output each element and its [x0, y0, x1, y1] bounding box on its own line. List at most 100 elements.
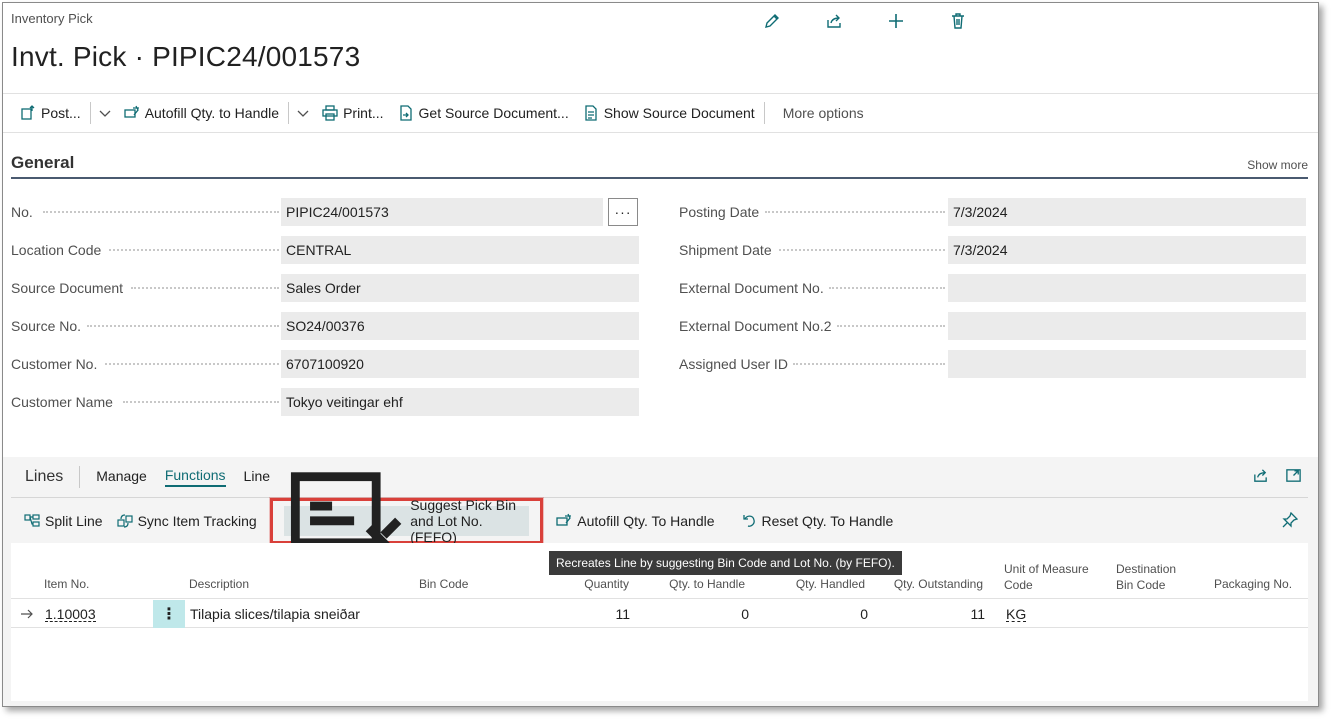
delete-icon[interactable] [949, 9, 1011, 33]
autofill-dropdown-chevron-icon[interactable] [291, 107, 315, 119]
source-no-field[interactable]: SO24/00376 [281, 312, 639, 340]
autofill-icon [124, 105, 139, 118]
post-button[interactable]: Post... [13, 98, 88, 128]
show-source-document-button[interactable]: Show Source Document [576, 98, 762, 128]
item-no-link[interactable]: 1.10003 [45, 607, 96, 622]
qty-handled-cell[interactable]: 0 [761, 600, 868, 628]
field-source-document: Source Document Sales Order [11, 274, 641, 302]
general-title[interactable]: General [11, 153, 74, 173]
field-external-document-no: External Document No. [679, 274, 1309, 302]
column-header-qty-handled[interactable]: Qty. Handled [761, 576, 865, 592]
field-label: Posting Date [679, 204, 760, 220]
document-icon [585, 105, 597, 121]
field-posting-date: Posting Date 7/3/2024 [679, 198, 1309, 226]
no-field[interactable]: PIPIC24/001573 [281, 198, 603, 226]
leader-dots [87, 325, 279, 327]
bin-code-cell[interactable] [419, 600, 529, 628]
suggest-pick-bin-button[interactable]: Suggest Pick Bin and Lot No. (FEFO) [283, 472, 530, 561]
more-options-button[interactable]: More options [767, 98, 871, 128]
qty-outstanding-cell[interactable]: 11 [875, 600, 985, 628]
location-code-field[interactable]: CENTRAL [281, 236, 639, 264]
leader-dots [105, 363, 279, 365]
column-header-item-no[interactable]: Item No. [44, 576, 89, 592]
split-line-button[interactable]: Split Line [17, 506, 110, 536]
field-customer-name: Customer Name Tokyo veitingar ehf [11, 388, 641, 416]
reset-qty-to-handle-button[interactable]: Reset Qty. To Handle [734, 506, 901, 536]
column-header-description[interactable]: Description [189, 576, 249, 592]
expand-icon[interactable] [1285, 467, 1302, 487]
field-location-code: Location Code CENTRAL [11, 236, 641, 264]
add-icon[interactable] [887, 9, 949, 33]
sync-item-tracking-button[interactable]: Sync Item Tracking [110, 506, 264, 536]
get-source-document-button[interactable]: Get Source Document... [391, 98, 576, 128]
table-row[interactable]: 1.10003 ⋮ Tilapia slices/tilapia sneiðar… [11, 600, 1308, 628]
page-title: Invt. Pick · PIPIC24/001573 [11, 41, 361, 72]
current-row-arrow-icon [20, 600, 34, 628]
assigned-user-id-field[interactable] [948, 350, 1306, 378]
lookup-button[interactable]: ··· [608, 198, 638, 226]
external-document-no-2-field[interactable] [948, 312, 1306, 340]
item-no-cell[interactable]: 1.10003 [45, 600, 96, 628]
shipment-date-field[interactable]: 7/3/2024 [948, 236, 1306, 264]
column-header-packaging-no[interactable]: Packaging No. [1214, 576, 1292, 592]
sync-icon [116, 513, 133, 528]
field-customer-no: Customer No. 6707100920 [11, 350, 641, 378]
destination-bin-code-cell[interactable] [1116, 600, 1206, 628]
print-label: Print... [343, 105, 384, 121]
field-label: External Document No. [679, 280, 824, 296]
column-header-qty-outstanding[interactable]: Qty. Outstanding [875, 576, 983, 592]
leader-dots [779, 249, 945, 251]
customer-no-field[interactable]: 6707100920 [281, 350, 639, 378]
posting-date-field[interactable]: 7/3/2024 [948, 198, 1306, 226]
tab-functions[interactable]: Functions [164, 467, 226, 487]
unit-of-measure-link[interactable]: KG [1006, 607, 1027, 622]
edit-icon[interactable] [763, 9, 825, 33]
quantity-cell[interactable]: 11 [551, 600, 630, 628]
field-label: External Document No.2 [679, 318, 832, 334]
reset-qty-to-handle-label: Reset Qty. To Handle [761, 512, 894, 529]
row-actions-kebab-icon[interactable]: ⋮ [153, 600, 185, 628]
leader-dots [109, 249, 279, 251]
share-icon[interactable] [1252, 467, 1269, 487]
suggest-pick-highlight-frame: Suggest Pick Bin and Lot No. (FEFO) [269, 472, 544, 561]
tab-manage[interactable]: Manage [96, 468, 147, 486]
suggest-pick-bin-label: Suggest Pick Bin and Lot No. (FEFO) [410, 496, 517, 545]
print-button[interactable]: Print... [315, 98, 390, 128]
lines-title: Lines [25, 466, 81, 488]
packaging-no-cell[interactable] [1214, 600, 1304, 628]
post-dropdown-chevron-icon[interactable] [93, 107, 117, 119]
split-line-icon [24, 513, 40, 527]
qty-to-handle-cell[interactable]: 0 [641, 600, 749, 628]
field-shipment-date: Shipment Date 7/3/2024 [679, 236, 1309, 264]
leader-dots [43, 211, 279, 213]
share-icon[interactable] [825, 9, 887, 33]
field-external-document-no-2: External Document No.2 [679, 312, 1309, 340]
column-header-qty-to-handle[interactable]: Qty. to Handle [641, 576, 745, 592]
source-document-field[interactable]: Sales Order [281, 274, 639, 302]
pin-icon[interactable] [1282, 511, 1299, 531]
post-label: Post... [41, 105, 81, 121]
column-header-line-1: Unit of Measure [1004, 562, 1089, 576]
app-window: Inventory Pick Invt. Pick · PIPIC24/0015… [2, 2, 1319, 707]
field-no: No. PIPIC24/001573 ··· [11, 198, 641, 226]
autofill-qty-to-handle-button[interactable]: Autofill Qty. To Handle [549, 506, 721, 536]
field-label: Location Code [11, 242, 102, 258]
column-header-line-2: Code [1004, 578, 1033, 592]
post-icon [21, 105, 35, 120]
unit-of-measure-cell[interactable]: KG [1006, 600, 1027, 628]
autofill-qty-to-handle-label: Autofill Qty. To Handle [577, 512, 715, 529]
field-label: Customer Name [11, 394, 113, 410]
column-header-destination-bin-code[interactable]: Destination Bin Code [1116, 561, 1176, 593]
customer-name-field[interactable]: Tokyo veitingar ehf [281, 388, 639, 416]
tab-line[interactable]: Line [244, 468, 270, 486]
column-header-quantity[interactable]: Quantity [551, 576, 629, 592]
leader-dots [793, 363, 945, 365]
leader-dots [765, 211, 945, 213]
external-document-no-field[interactable] [948, 274, 1306, 302]
column-header-bin-code[interactable]: Bin Code [419, 576, 468, 592]
description-cell[interactable]: Tilapia slices/tilapia sneiðar [190, 600, 360, 628]
column-header-unit-of-measure[interactable]: Unit of Measure Code [1004, 561, 1089, 593]
show-more-link[interactable]: Show more [1247, 158, 1308, 172]
leader-dots [829, 287, 945, 289]
autofill-qty-button[interactable]: Autofill Qty. to Handle [117, 98, 286, 128]
